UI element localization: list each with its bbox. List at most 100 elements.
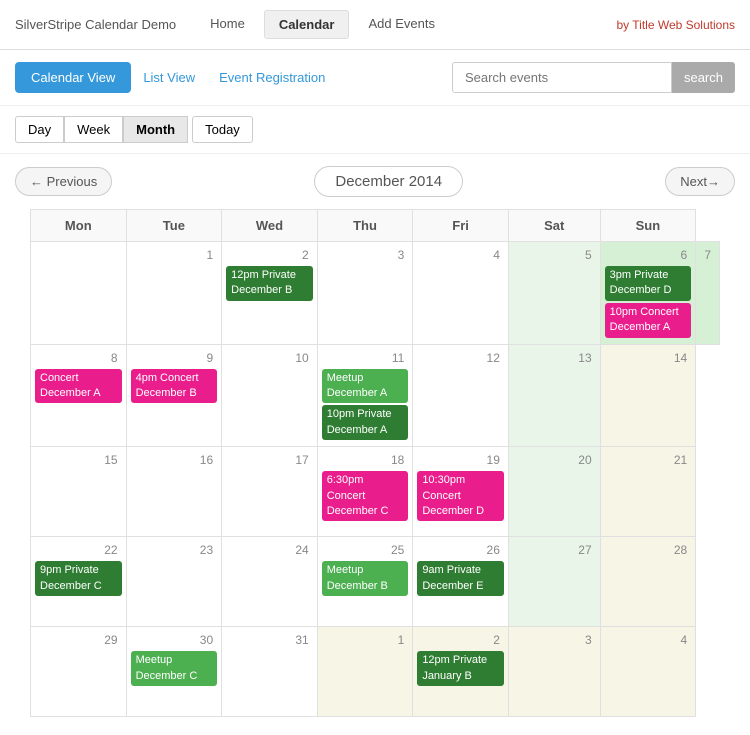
day-number: 1 [131,246,218,264]
calendar-week-row: 8 Concert December A 9 4pm Concert December… [31,344,720,447]
calendar-day-cell: 16 [126,447,222,537]
day-number: 14 [605,349,692,367]
calendar-title: December 2014 [314,166,463,197]
brand-name: SilverStripe Calendar Demo [15,17,176,32]
calendar-day-cell: 29 [31,627,127,717]
calendar-day-cell: 18 6:30pm Concert December C [317,447,413,537]
calendar-event[interactable]: Concert December A [35,369,122,404]
calendar-event[interactable]: 10pm Private December A [322,405,409,440]
calendar-day-header: Sat [508,210,600,242]
day-number: 22 [35,541,122,559]
day-number: 24 [226,541,313,559]
calendar-event[interactable]: 6:30pm Concert December C [322,471,409,521]
calendar-day-cell: 22 9pm Private December C [31,537,127,627]
calendar-event[interactable]: 3pm Private December D [605,266,692,301]
day-number: 11 [322,349,409,367]
next-month-btn[interactable]: Next→ [665,167,735,196]
calendar-table: MonTueWedThuFriSatSun 1212pm Private Dec… [30,209,720,717]
nav-calendar[interactable]: Calendar [264,10,350,39]
calendar-event[interactable]: Meetup December A [322,369,409,404]
calendar-day-cell: 1 [317,627,413,717]
calendar-day-cell: 27 [508,537,600,627]
calendar-navigation: ← Previous December 2014 Next→ [0,154,750,209]
calendar-day-cell: 6 3pm Private December D10pm Concert Dece… [600,242,696,345]
calendar-day-cell: 4 [600,627,696,717]
calendar-day-cell: 25 Meetup December B [317,537,413,627]
day-number: 15 [35,451,122,469]
calendar-day-cell: 4 [413,242,509,345]
day-number: 25 [322,541,409,559]
calendar-day-cell: 28 [600,537,696,627]
nav-links: Home Calendar Add Events [196,10,449,39]
day-view-btn[interactable]: Day [15,116,64,143]
calendar-day-cell: 212pm Private December B [222,242,318,345]
calendar-day-cell: 3 [508,627,600,717]
day-number: 23 [131,541,218,559]
calendar-event[interactable]: Meetup December C [131,651,218,686]
nav-home[interactable]: Home [196,10,259,39]
day-number: 7 [700,246,715,264]
day-number: 4 [417,246,504,264]
day-number: 2 [417,631,504,649]
day-number: 26 [417,541,504,559]
search-area: search [452,62,735,93]
calendar-day-header: Sun [600,210,696,242]
calendar-day-cell: 20 [508,447,600,537]
calendar-week-row: 1212pm Private December B3456 3pm Private… [31,242,720,345]
calendar-event[interactable]: 10pm Concert December A [605,303,692,338]
calendar-day-header: Mon [31,210,127,242]
calendar-day-cell: 1 [126,242,222,345]
calendar-week-row: 22 9pm Private December C 23 24 25 Meetup Dec… [31,537,720,627]
day-number: 6 [605,246,692,264]
month-view-btn[interactable]: Month [123,116,188,143]
day-number: 18 [322,451,409,469]
calendar-day-cell: 21 [600,447,696,537]
week-view-btn[interactable]: Week [64,116,123,143]
calendar-day-cell: 7 [696,242,720,345]
calendar-event[interactable]: Meetup December B [322,561,409,596]
today-btn[interactable]: Today [192,116,253,143]
calendar-day-cell: 14 [600,344,696,447]
calendar-event[interactable]: 9am Private December E [417,561,504,596]
calendar-day-cell: 5 [508,242,600,345]
calendar-day-cell: 23 [126,537,222,627]
day-number: 21 [605,451,692,469]
event-registration-btn[interactable]: Event Registration [207,62,337,93]
calendar-day-header: Fri [413,210,509,242]
calendar-day-cell: 12 [413,344,509,447]
prev-month-btn[interactable]: ← Previous [15,167,112,196]
calendar-week-row: 151617 18 6:30pm Concert December C1910:30… [31,447,720,537]
by-title: by Title Web Solutions [616,18,735,32]
day-number: 17 [226,451,313,469]
calendar-day-cell: 11 Meetup December A10pm Private December… [317,344,413,447]
calendar-day-cell: 3 [317,242,413,345]
calendar-body: 1212pm Private December B34563pm Private… [31,242,720,717]
day-number: 30 [131,631,218,649]
day-number: 9 [131,349,218,367]
nav-add-events[interactable]: Add Events [354,10,449,39]
calendar-day-cell: 13 [508,344,600,447]
search-input[interactable] [452,62,672,93]
calendar-view-btn[interactable]: Calendar View [15,62,131,93]
list-view-btn[interactable]: List View [131,62,207,93]
calendar-day-cell: 30 Meetup December C [126,627,222,717]
calendar-week-row: 2930Meetup December C311212pm Private Ja… [31,627,720,717]
calendar-event[interactable]: 9pm Private December C [35,561,122,596]
calendar-event[interactable]: 4pm Concert December B [131,369,218,404]
calendar-event[interactable]: 12pm Private January B [417,651,504,686]
sub-navigation: Calendar View List View Event Registrati… [0,50,750,106]
day-number: 12 [417,349,504,367]
calendar-day-cell: 26 9am Private December E [413,537,509,627]
calendar-day-cell: 1910:30pm Concert December D [413,447,509,537]
calendar-day-cell: 17 [222,447,318,537]
day-number: 5 [513,246,596,264]
calendar-day-cell: 2 12pm Private January B [413,627,509,717]
calendar-day-cell: 10 [222,344,318,447]
search-button[interactable]: search [672,62,735,93]
calendar-event[interactable]: 12pm Private December B [226,266,313,301]
day-number: 20 [513,451,596,469]
day-number: 8 [35,349,122,367]
calendar-event[interactable]: 10:30pm Concert December D [417,471,504,521]
day-number: 1 [322,631,409,649]
top-navigation: SilverStripe Calendar Demo Home Calendar… [0,0,750,50]
